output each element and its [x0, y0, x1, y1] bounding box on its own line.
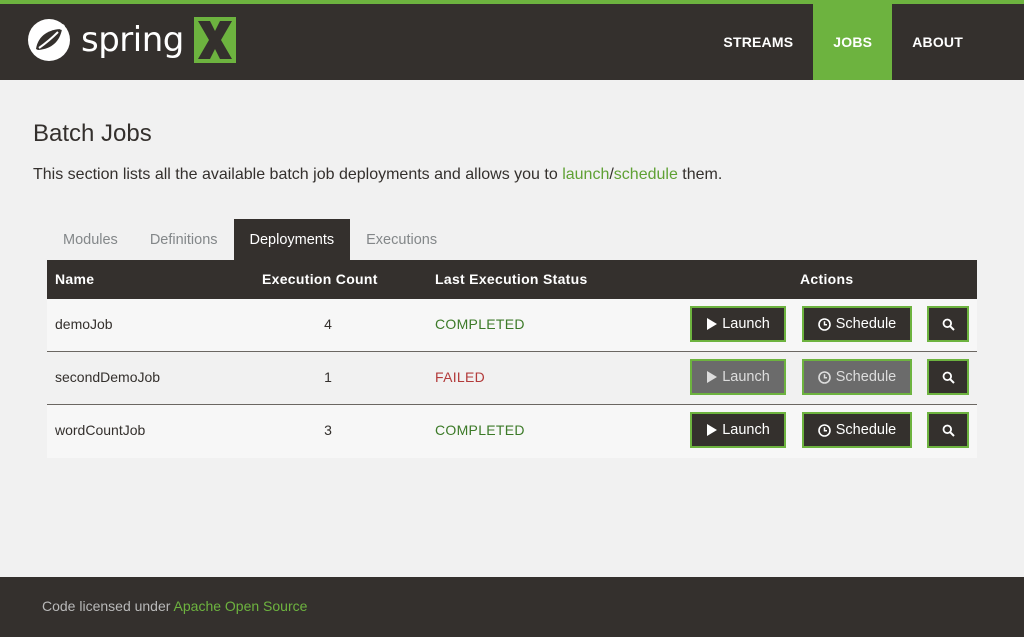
launch-button[interactable]: Launch [690, 359, 786, 395]
launch-label: Launch [722, 369, 770, 385]
execution-count: 3 [324, 422, 332, 438]
col-count-header: Execution Count [262, 271, 378, 287]
tab-executions[interactable]: Executions [350, 219, 453, 260]
table-row: demoJob 4 COMPLETED Launch Schedule [47, 299, 977, 352]
clock-icon [817, 423, 831, 437]
launch-link[interactable]: launch [562, 166, 609, 183]
footer-text: Code licensed under Apache Open Source [42, 598, 307, 614]
search-icon [942, 371, 955, 384]
col-name-header: Name [55, 271, 95, 287]
execution-count: 4 [324, 316, 332, 332]
main-nav: STREAMS JOBS ABOUT [703, 4, 1024, 80]
nav-jobs[interactable]: JOBS [813, 4, 893, 80]
play-icon [706, 371, 718, 383]
table-header: Name Execution Count Last Execution Stat… [47, 260, 977, 299]
details-button[interactable] [927, 412, 969, 448]
schedule-button[interactable]: Schedule [802, 412, 912, 448]
license-link[interactable]: Apache Open Source [174, 598, 308, 614]
top-navbar: spring STREAMS JOBS ABOUT [0, 0, 1024, 80]
launch-button[interactable]: Launch [690, 306, 786, 342]
search-icon [942, 424, 955, 437]
job-name: secondDemoJob [55, 369, 161, 385]
launch-label: Launch [722, 316, 770, 332]
table-row: wordCountJob 3 COMPLETED Launch Schedule [47, 405, 977, 458]
clock-icon [817, 317, 831, 331]
spring-leaf-icon [28, 19, 70, 61]
spring-xd-logo[interactable]: spring [26, 16, 236, 64]
jobs-tabs: Modules Definitions Deployments Executio… [47, 219, 453, 260]
logo-text: spring [81, 20, 184, 60]
job-name: wordCountJob [55, 422, 146, 438]
footer: Code licensed under Apache Open Source [0, 577, 1024, 637]
schedule-label: Schedule [835, 422, 897, 438]
execution-count: 1 [324, 369, 332, 385]
tab-definitions[interactable]: Definitions [134, 219, 234, 260]
details-button[interactable] [927, 306, 969, 342]
play-icon [706, 424, 718, 436]
launch-button[interactable]: Launch [690, 412, 786, 448]
status-label: COMPLETED [435, 422, 525, 438]
intro-suffix: them. [677, 166, 723, 183]
schedule-button[interactable]: Schedule [802, 359, 912, 395]
deployments-table: Name Execution Count Last Execution Stat… [47, 260, 977, 458]
tab-deployments[interactable]: Deployments [233, 219, 351, 260]
col-actions-header: Actions [800, 271, 854, 287]
details-button[interactable] [927, 359, 969, 395]
intro-prefix: This section lists all the available bat… [33, 166, 563, 183]
search-icon [942, 318, 955, 331]
page-title: Batch Jobs [33, 120, 152, 147]
schedule-link[interactable]: schedule [614, 166, 678, 183]
launch-label: Launch [722, 422, 770, 438]
xd-x-icon [193, 17, 236, 63]
nav-streams[interactable]: STREAMS [703, 4, 813, 80]
play-icon [706, 318, 718, 330]
nav-about[interactable]: ABOUT [892, 4, 1024, 80]
schedule-label: Schedule [835, 369, 897, 385]
page-intro: This section lists all the available bat… [33, 166, 722, 184]
job-name: demoJob [55, 316, 113, 332]
schedule-button[interactable]: Schedule [802, 306, 912, 342]
status-label: COMPLETED [435, 316, 525, 332]
status-label: FAILED [435, 369, 486, 385]
col-status-header: Last Execution Status [435, 271, 588, 287]
schedule-label: Schedule [835, 316, 897, 332]
tab-modules[interactable]: Modules [47, 219, 134, 260]
footer-prefix: Code licensed under [42, 598, 174, 614]
clock-icon [817, 370, 831, 384]
table-body: demoJob 4 COMPLETED Launch Schedule secondDem… [47, 299, 977, 458]
table-row: secondDemoJob 1 FAILED Launch Schedule [47, 352, 977, 405]
